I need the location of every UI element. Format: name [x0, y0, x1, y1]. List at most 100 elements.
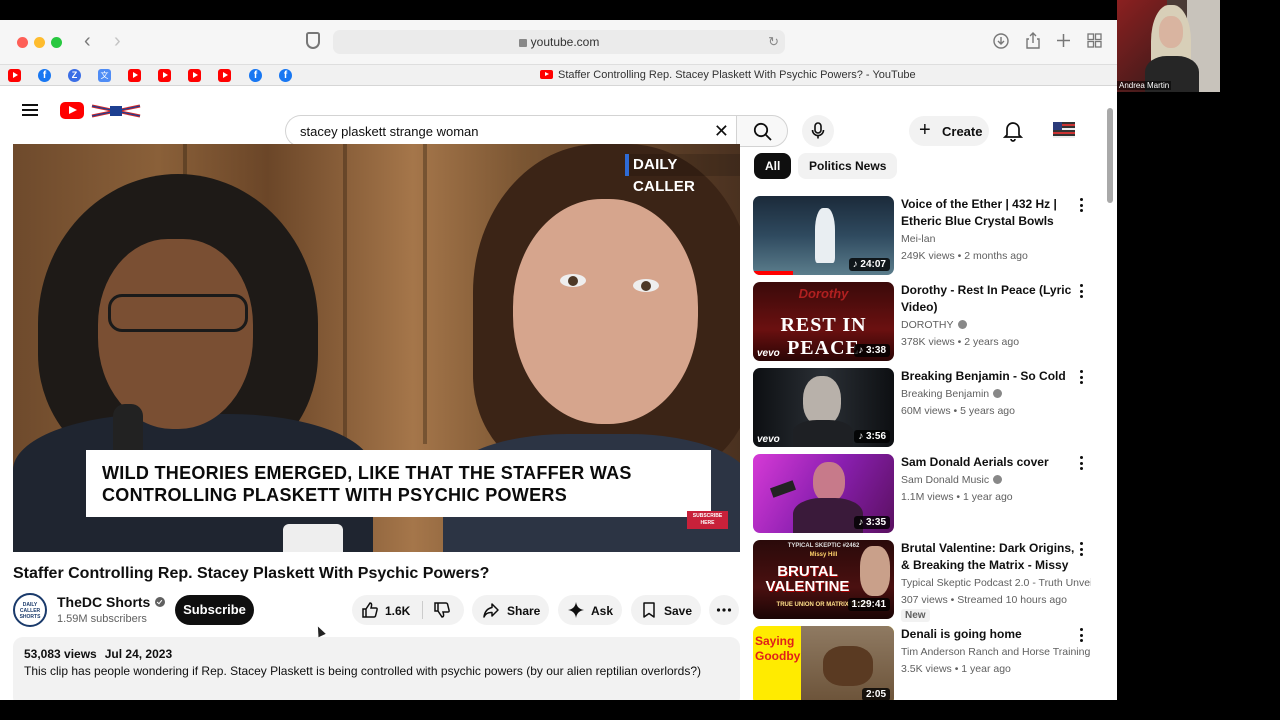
- video-thumbnail[interactable]: vevo ♪ 3:56: [753, 368, 894, 447]
- bookmark-z-icon[interactable]: Z: [68, 69, 81, 82]
- dislike-button-icon[interactable]: [433, 601, 451, 619]
- more-vertical-icon[interactable]: [1080, 542, 1084, 558]
- video-thumbnail[interactable]: Saying Goodby 2:05: [753, 626, 894, 700]
- youtube-doodle-icon[interactable]: [90, 103, 142, 119]
- save-button[interactable]: Save: [631, 595, 701, 625]
- video-thumbnail[interactable]: Dorothy REST IN PEACE vevo ♪ 3:38: [753, 282, 894, 361]
- verified-badge-icon: [993, 475, 1003, 484]
- more-vertical-icon[interactable]: [1080, 198, 1084, 214]
- more-vertical-icon[interactable]: [1080, 628, 1084, 644]
- lock-icon: [518, 39, 527, 47]
- recommendation-item[interactable]: Saying Goodby 2:05 Denali is going home …: [753, 626, 1103, 700]
- create-button[interactable]: + Create: [909, 116, 989, 146]
- channel-avatar[interactable]: DAILY CALLER SHORTS: [13, 593, 47, 627]
- music-note-icon: ♪: [858, 431, 866, 442]
- recommendation-channel: Breaking Benjamin: [901, 388, 1003, 400]
- chip-politics-news[interactable]: Politics News: [798, 153, 898, 179]
- tab-title: Staffer Controlling Rep. Stacey Plaskett…: [558, 69, 916, 81]
- screen: ‹ › youtube.com ↻ f Z 文 f f Staffer Cont…: [0, 0, 1280, 720]
- search-query: stacey plaskett strange woman: [300, 124, 479, 139]
- recommendation-item[interactable]: vevo ♪ 3:56 Breaking Benjamin - So Cold …: [753, 368, 1103, 448]
- video-title: Staffer Controlling Rep. Stacey Plaskett…: [13, 565, 490, 582]
- zoom-window-button[interactable]: [51, 37, 62, 48]
- video-duration: 1:29:41: [847, 598, 890, 611]
- description-text: This clip has people wondering if Rep. S…: [24, 664, 702, 678]
- minimize-window-button[interactable]: [34, 37, 45, 48]
- browser-window: ‹ › youtube.com ↻ f Z 文 f f Staffer Cont…: [0, 20, 1117, 700]
- new-tab-icon[interactable]: [1056, 33, 1071, 48]
- recommendation-title: Denali is going home: [901, 627, 1022, 641]
- account-avatar[interactable]: [1053, 122, 1075, 138]
- recommendation-item[interactable]: TYPICAL SKEPTIC #2462 Missy Hill BRUTAL …: [753, 540, 1103, 622]
- bookmark-youtube-icon[interactable]: [188, 69, 201, 82]
- video-thumbnail[interactable]: TYPICAL SKEPTIC #2462 Missy Hill BRUTAL …: [753, 540, 894, 619]
- recommendation-channel: DOROTHY: [901, 319, 967, 331]
- bookmark-translate-icon[interactable]: 文: [98, 69, 111, 82]
- recommendation-channel: Typical Skeptic Podcast 2.0 - Truth Unve…: [901, 577, 1091, 589]
- view-count: 53,083 views: [24, 647, 97, 661]
- verified-badge-icon: [993, 389, 1003, 398]
- tab-overview-icon[interactable]: [1087, 33, 1102, 48]
- more-vertical-icon[interactable]: [1080, 284, 1084, 300]
- search-button[interactable]: [736, 115, 788, 147]
- subscriber-count: 1.59M subscribers: [57, 613, 147, 625]
- notifications-bell-icon[interactable]: [1003, 120, 1023, 142]
- browser-toolbar: ‹ › youtube.com ↻: [0, 20, 1117, 64]
- forward-arrow-icon[interactable]: ›: [114, 30, 121, 52]
- description-box[interactable]: 53,083 views Jul 24, 2023 This clip has p…: [13, 637, 740, 700]
- recommendation-item[interactable]: Dorothy REST IN PEACE vevo ♪ 3:38 Doroth…: [753, 282, 1103, 362]
- menu-icon[interactable]: [22, 104, 38, 116]
- more-vertical-icon[interactable]: [1080, 370, 1084, 386]
- bookmark-save-icon: [643, 602, 655, 618]
- bookmark-youtube-icon[interactable]: [128, 69, 141, 82]
- thumbnail-main-text: BRUTAL VALENTINE: [765, 563, 850, 595]
- video-thumbnail[interactable]: ♪ 3:35: [753, 454, 894, 533]
- subscribe-button[interactable]: Subscribe: [175, 595, 254, 625]
- privacy-shield-icon[interactable]: [306, 32, 320, 49]
- participant-name: Andrea Martin: [1117, 81, 1172, 90]
- share-button[interactable]: Share: [472, 595, 549, 625]
- recommendation-title: Voice of the Ether | 432 Hz | Etheric Bl…: [901, 197, 1057, 228]
- address-bar[interactable]: youtube.com ↻: [333, 30, 785, 54]
- youtube-logo-icon[interactable]: [60, 102, 84, 119]
- bookmark-facebook-icon[interactable]: f: [249, 69, 262, 82]
- recommendation-channel: Mei-lan: [901, 233, 936, 245]
- more-actions-button[interactable]: [709, 595, 739, 625]
- ask-button[interactable]: Ask: [558, 595, 622, 625]
- channel-avatar-text: DAILY CALLER SHORTS: [19, 602, 41, 620]
- video-player[interactable]: DAILY CALLER WILD THEORIES EMERGED, LIKE…: [13, 144, 740, 552]
- microphone-icon: [811, 122, 825, 139]
- thumbnail-brand: Dorothy: [798, 286, 849, 301]
- like-count[interactable]: 1.6K: [385, 604, 410, 618]
- video-duration: ♪ 24:07: [848, 258, 890, 271]
- bookmark-facebook-icon[interactable]: f: [38, 69, 51, 82]
- search-input[interactable]: stacey plaskett strange woman ✕: [285, 115, 737, 147]
- page-scrollbar[interactable]: [1107, 108, 1113, 203]
- chip-all[interactable]: All: [754, 153, 792, 179]
- active-tab[interactable]: Staffer Controlling Rep. Stacey Plaskett…: [540, 69, 916, 81]
- more-vertical-icon[interactable]: [1080, 456, 1084, 472]
- channel-name: TheDC Shorts: [57, 594, 151, 610]
- recommendation-item[interactable]: ♪ 24:07 Voice of the Ether | 432 Hz | Et…: [753, 196, 1103, 276]
- download-icon[interactable]: [993, 33, 1009, 49]
- channel-name-link[interactable]: TheDC Shorts: [57, 594, 166, 610]
- bookmark-youtube-icon[interactable]: [218, 69, 231, 82]
- clear-search-icon[interactable]: ✕: [714, 121, 729, 142]
- bookmark-youtube-icon[interactable]: [158, 69, 171, 82]
- recommendation-item[interactable]: ♪ 3:35 Sam Donald Aerials cover Sam Dona…: [753, 454, 1103, 534]
- voice-search-button[interactable]: [802, 115, 834, 147]
- sparkle-icon: [568, 602, 584, 618]
- reload-icon[interactable]: ↻: [768, 34, 779, 50]
- back-arrow-icon[interactable]: ‹: [84, 30, 91, 52]
- search-icon: [753, 122, 772, 141]
- like-button-icon[interactable]: [361, 601, 379, 619]
- bookmark-facebook-icon[interactable]: f: [279, 69, 292, 82]
- verified-badge-icon: [155, 597, 166, 607]
- video-thumbnail[interactable]: ♪ 24:07: [753, 196, 894, 275]
- bookmark-youtube-icon[interactable]: [8, 69, 21, 82]
- share-icon[interactable]: [1025, 32, 1041, 49]
- video-duration: ♪ 3:35: [854, 516, 890, 529]
- video-caption-banner: WILD THEORIES EMERGED, LIKE THAT THE STA…: [86, 450, 711, 517]
- new-badge: New: [901, 609, 930, 622]
- close-window-button[interactable]: [17, 37, 28, 48]
